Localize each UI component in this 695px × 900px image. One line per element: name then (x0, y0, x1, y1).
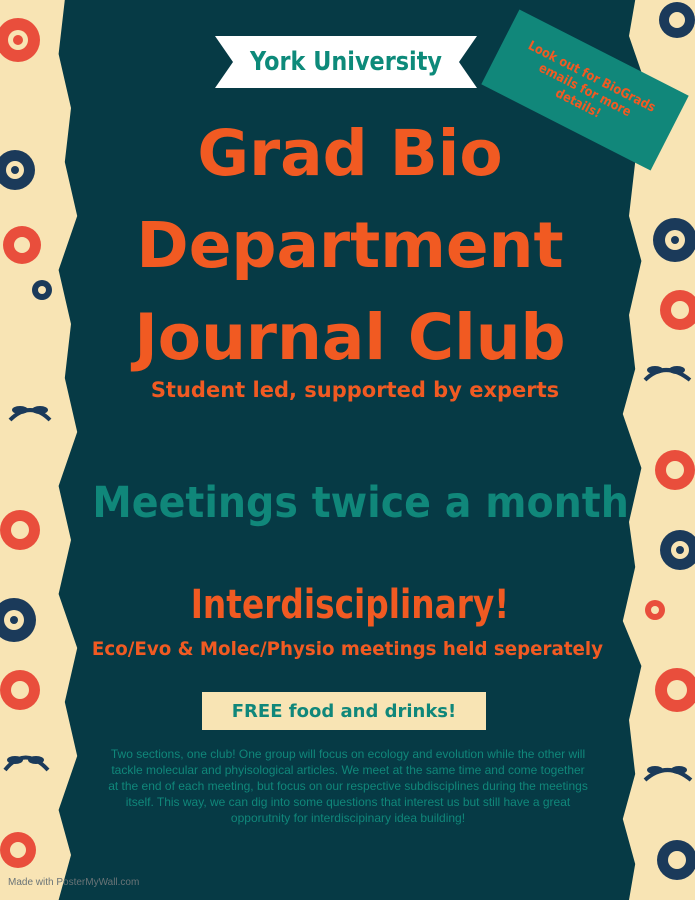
circle-dot-icon (645, 600, 665, 620)
title-line-3: Journal Club (134, 301, 566, 374)
leaf-sprig-icon (643, 366, 692, 382)
interdisciplinary-heading: Interdisciplinary! (190, 582, 510, 628)
title-line-2: Department (136, 209, 564, 282)
flower-icon (0, 670, 40, 710)
floral-pattern-left (0, 18, 52, 868)
poster-subtitle: Student led, supported by experts (150, 378, 560, 402)
flower-icon (657, 840, 695, 880)
postermywall-watermark: Made with PosterMyWall.com (8, 877, 140, 888)
club-description: Two sections, one club! One group will f… (108, 747, 588, 825)
leaf-sprig-icon (3, 755, 50, 772)
flower-icon (0, 510, 40, 550)
leaf-sprig-icon (643, 766, 693, 782)
left-floral-border (0, 0, 70, 900)
flower-icon (0, 150, 35, 190)
flower-icon (659, 2, 695, 38)
meetings-frequency: Meetings twice a month (92, 478, 629, 528)
leaf-sprig-icon (8, 406, 52, 422)
poster-title: Grad Bio Department Journal Club (80, 108, 620, 384)
title-line-1: Grad Bio (197, 117, 503, 190)
flower-icon (655, 450, 695, 490)
university-banner: York University (215, 36, 477, 88)
flower-icon (0, 832, 36, 868)
flower-icon (0, 18, 40, 62)
flower-icon (0, 598, 36, 642)
circle-dot-icon (32, 280, 52, 300)
free-food-text: FREE food and drinks! (231, 700, 457, 722)
flower-icon (660, 290, 695, 330)
flower-icon (3, 226, 41, 264)
flower-icon (653, 218, 695, 262)
free-food-box: FREE food and drinks! (202, 692, 486, 730)
flower-icon (660, 530, 695, 570)
separate-meetings-note: Eco/Evo & Molec/Physio meetings held sep… (91, 638, 604, 660)
university-name: York University (250, 47, 442, 77)
flower-icon (655, 668, 695, 712)
